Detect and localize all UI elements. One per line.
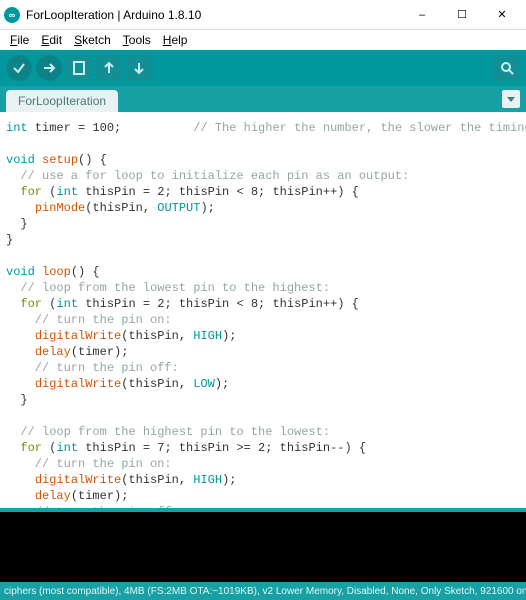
code-token: } (6, 233, 13, 247)
code-token: () { (71, 265, 100, 279)
code-token: int (56, 185, 78, 199)
code-token (6, 345, 35, 359)
code-token: ); (222, 329, 236, 343)
code-token: timer = 100; (28, 121, 194, 135)
code-token: } (6, 393, 28, 407)
code-token: for (20, 297, 42, 311)
code-token: void (6, 153, 35, 167)
code-token: thisPin = 2; thisPin < 8; thisPin++) { (78, 297, 359, 311)
code-token: pinMode (35, 201, 85, 215)
code-token: OUTPUT (157, 201, 200, 215)
code-token: // turn the pin off: (6, 361, 179, 375)
toolbar (0, 50, 526, 86)
code-token: // loop from the highest pin to the lowe… (6, 425, 330, 439)
code-token: delay (35, 489, 71, 503)
open-button[interactable] (96, 55, 122, 81)
code-token: thisPin = 7; thisPin >= 2; thisPin--) { (78, 441, 366, 455)
arrow-up-icon (101, 60, 117, 76)
check-icon (11, 60, 27, 76)
status-text: ciphers (most compatible), 4MB (FS:2MB O… (4, 586, 526, 597)
menu-bar: File Edit Sketch Tools Help (0, 30, 526, 50)
code-token: setup (42, 153, 78, 167)
code-token: ( (42, 185, 56, 199)
code-token: (thisPin, (121, 329, 193, 343)
code-token (6, 441, 20, 455)
status-bar: ciphers (most compatible), 4MB (FS:2MB O… (0, 582, 526, 600)
code-token: int (6, 121, 28, 135)
upload-button[interactable] (36, 55, 62, 81)
code-token: for (20, 185, 42, 199)
code-token: ); (200, 201, 214, 215)
tab-menu-button[interactable] (502, 90, 520, 108)
verify-button[interactable] (6, 55, 32, 81)
chevron-down-icon (506, 94, 516, 104)
code-token: HIGH (193, 473, 222, 487)
menu-tools[interactable]: Tools (117, 31, 157, 49)
close-button[interactable]: ✕ (482, 1, 522, 29)
code-token (6, 377, 35, 391)
code-token: // loop from the lowest pin to the highe… (6, 281, 330, 295)
code-token: digitalWrite (35, 377, 121, 391)
menu-sketch[interactable]: Sketch (68, 31, 117, 49)
code-token (6, 473, 35, 487)
title-bar: ∞ ForLoopIteration | Arduino 1.8.10 – ☐ … (0, 0, 526, 30)
arrow-right-icon (41, 60, 57, 76)
serial-monitor-button[interactable] (494, 55, 520, 81)
code-token: (thisPin, (121, 377, 193, 391)
code-token: digitalWrite (35, 473, 121, 487)
code-token: ); (215, 377, 229, 391)
maximize-button[interactable]: ☐ (442, 1, 482, 29)
window-title: ForLoopIteration | Arduino 1.8.10 (26, 8, 402, 22)
minimize-button[interactable]: – (402, 1, 442, 29)
code-token: for (20, 441, 42, 455)
code-token: ( (42, 441, 56, 455)
code-token (6, 329, 35, 343)
code-token: digitalWrite (35, 329, 121, 343)
code-token: void (6, 265, 35, 279)
code-token: // turn the pin on: (6, 313, 172, 327)
code-token (6, 489, 35, 503)
code-token (35, 153, 42, 167)
code-token: (timer); (71, 489, 129, 503)
magnifier-icon (499, 60, 515, 76)
tab-strip: ForLoopIteration (0, 86, 526, 112)
menu-help[interactable]: Help (157, 31, 194, 49)
code-token: int (56, 441, 78, 455)
code-token: int (56, 297, 78, 311)
menu-file[interactable]: File (4, 31, 35, 49)
code-token: () { (78, 153, 107, 167)
code-token: thisPin = 2; thisPin < 8; thisPin++) { (78, 185, 359, 199)
code-token: ( (42, 297, 56, 311)
code-token: (thisPin, (121, 473, 193, 487)
code-token: LOW (193, 377, 215, 391)
new-button[interactable] (66, 55, 92, 81)
code-token (6, 201, 35, 215)
code-token: delay (35, 345, 71, 359)
code-editor[interactable]: int timer = 100; // The higher the numbe… (0, 112, 526, 508)
tab-active[interactable]: ForLoopIteration (6, 90, 118, 112)
code-token (6, 185, 20, 199)
save-button[interactable] (126, 55, 152, 81)
code-token: (timer); (71, 345, 129, 359)
code-token: // turn the pin on: (6, 457, 172, 471)
code-token: } (6, 217, 28, 231)
code-token: (thisPin, (85, 201, 157, 215)
code-token: HIGH (193, 329, 222, 343)
menu-edit[interactable]: Edit (35, 31, 68, 49)
app-icon: ∞ (4, 7, 20, 23)
code-token: loop (42, 265, 71, 279)
code-token (35, 265, 42, 279)
code-token (6, 297, 20, 311)
code-token: ); (222, 473, 236, 487)
code-token: // use a for loop to initialize each pin… (6, 169, 409, 183)
console-output (0, 512, 526, 582)
code-token: // The higher the number, the slower the… (193, 121, 526, 135)
arrow-down-icon (131, 60, 147, 76)
file-icon (71, 60, 87, 76)
